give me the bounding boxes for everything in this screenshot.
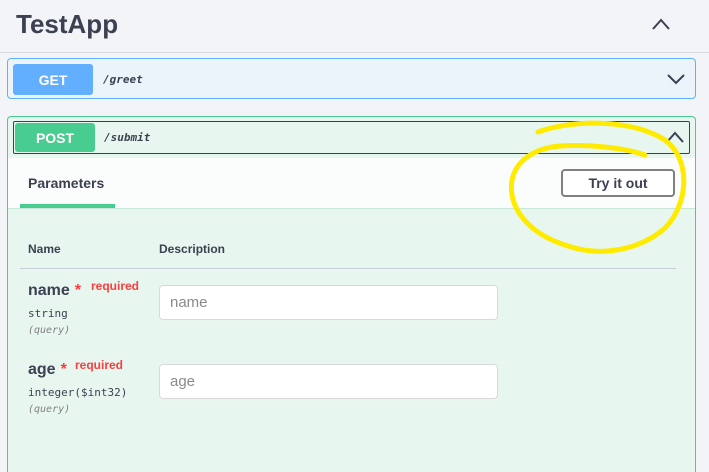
try-it-out-button[interactable]: Try it out (561, 169, 675, 197)
required-star: * (60, 361, 67, 378)
param-type: string (28, 307, 68, 320)
param-age-text: age (28, 361, 56, 378)
param-name-label: name * (28, 282, 81, 300)
chevron-down-icon[interactable] (666, 72, 686, 86)
chevron-up-icon[interactable] (650, 16, 672, 32)
operation-summary[interactable]: POST /submit (13, 121, 690, 154)
param-location: (query) (28, 404, 71, 415)
chevron-up-icon[interactable] (665, 130, 685, 144)
operation-path: /greet (103, 73, 143, 86)
operation-summary[interactable]: GET /greet (13, 64, 690, 95)
method-badge-post: POST (15, 123, 95, 152)
header-divider (20, 268, 676, 269)
column-header-name: Name (28, 242, 61, 256)
operation-post-submit: POST /submit Parameters Try it out Name … (7, 116, 696, 472)
method-badge-get: GET (13, 64, 93, 95)
operation-get-greet[interactable]: GET /greet (7, 58, 696, 99)
tab-active-indicator (20, 204, 115, 208)
parameters-tab-bar: Parameters Try it out (8, 158, 695, 209)
column-header-description: Description (159, 242, 226, 256)
name-input[interactable] (159, 285, 498, 320)
required-star: * (74, 282, 82, 299)
operation-path: /submit (104, 131, 151, 144)
param-type: integer($int32) (28, 386, 128, 399)
param-age-label: age * (28, 361, 67, 379)
app-title: TestApp (16, 9, 119, 39)
tab-parameters[interactable]: Parameters (28, 175, 104, 191)
required-label: required (75, 358, 124, 372)
age-input[interactable] (159, 364, 498, 399)
param-name-text: name (28, 282, 70, 299)
app-header: TestApp (0, 0, 709, 53)
required-label: required (91, 279, 140, 293)
param-location: (query) (28, 325, 71, 336)
